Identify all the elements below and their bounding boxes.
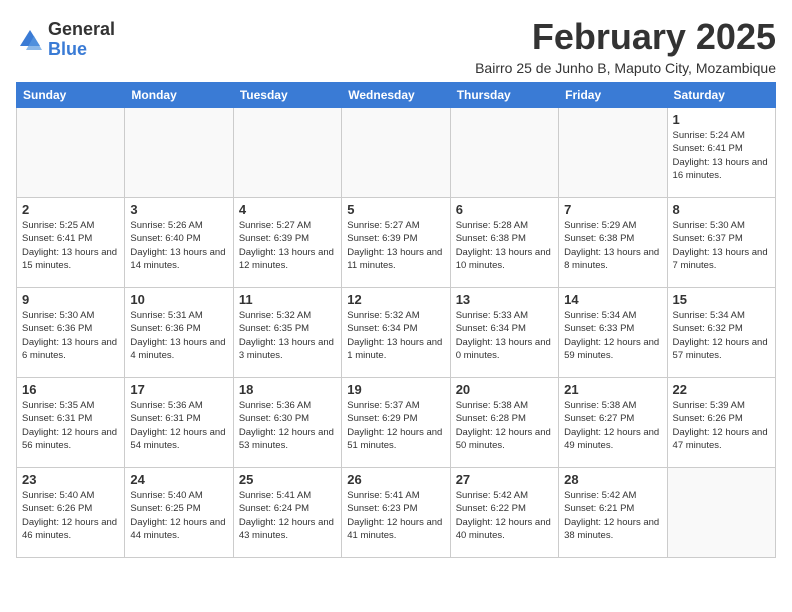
day-2: 2 Sunrise: 5:25 AM Sunset: 6:41 PM Dayli… xyxy=(17,198,125,288)
empty-cell xyxy=(450,108,558,198)
location-subtitle: Bairro 25 de Junho B, Maputo City, Mozam… xyxy=(475,60,776,76)
day-21: 21 Sunrise: 5:38 AM Sunset: 6:27 PM Dayl… xyxy=(559,378,667,468)
day-number-27: 27 xyxy=(456,472,553,487)
daylight-label-1: Daylight: xyxy=(673,157,713,168)
logo-icon xyxy=(16,26,44,54)
week-row-2: 2 Sunrise: 5:25 AM Sunset: 6:41 PM Dayli… xyxy=(17,198,776,288)
empty-cell xyxy=(125,108,233,198)
header-friday: Friday xyxy=(559,83,667,108)
day-17: 17 Sunrise: 5:36 AM Sunset: 6:31 PM Dayl… xyxy=(125,378,233,468)
day-22: 22 Sunrise: 5:39 AM Sunset: 6:26 PM Dayl… xyxy=(667,378,775,468)
sunset-time-1: 6:41 PM xyxy=(707,143,742,154)
day-number-16: 16 xyxy=(22,382,119,397)
calendar-table: Sunday Monday Tuesday Wednesday Thursday… xyxy=(16,82,776,558)
day-14: 14 Sunrise: 5:34 AM Sunset: 6:33 PM Dayl… xyxy=(559,288,667,378)
day-number-20: 20 xyxy=(456,382,553,397)
header-wednesday: Wednesday xyxy=(342,83,450,108)
day-10: 10 Sunrise: 5:31 AM Sunset: 6:36 PM Dayl… xyxy=(125,288,233,378)
day-8: 8 Sunrise: 5:30 AM Sunset: 6:37 PM Dayli… xyxy=(667,198,775,288)
day-26: 26 Sunrise: 5:41 AM Sunset: 6:23 PM Dayl… xyxy=(342,468,450,558)
day-number-28: 28 xyxy=(564,472,661,487)
week-row-4: 16 Sunrise: 5:35 AM Sunset: 6:31 PM Dayl… xyxy=(17,378,776,468)
day-13: 13 Sunrise: 5:33 AM Sunset: 6:34 PM Dayl… xyxy=(450,288,558,378)
day-15: 15 Sunrise: 5:34 AM Sunset: 6:32 PM Dayl… xyxy=(667,288,775,378)
day-number-14: 14 xyxy=(564,292,661,307)
empty-cell xyxy=(342,108,450,198)
header-sunday: Sunday xyxy=(17,83,125,108)
day-6: 6 Sunrise: 5:28 AM Sunset: 6:38 PM Dayli… xyxy=(450,198,558,288)
day-number-7: 7 xyxy=(564,202,661,217)
day-number-9: 9 xyxy=(22,292,119,307)
logo: General Blue xyxy=(16,20,115,60)
day-number-6: 6 xyxy=(456,202,553,217)
day-number-21: 21 xyxy=(564,382,661,397)
header-monday: Monday xyxy=(125,83,233,108)
day-number-4: 4 xyxy=(239,202,336,217)
day-info-2: Sunrise: 5:25 AM Sunset: 6:41 PM Dayligh… xyxy=(22,219,119,272)
day-number-12: 12 xyxy=(347,292,444,307)
logo-blue-text: Blue xyxy=(48,40,115,60)
day-1: 1 Sunrise: 5:24 AM Sunset: 6:41 PM Dayli… xyxy=(667,108,775,198)
header-thursday: Thursday xyxy=(450,83,558,108)
day-number-24: 24 xyxy=(130,472,227,487)
day-number-5: 5 xyxy=(347,202,444,217)
day-24: 24 Sunrise: 5:40 AM Sunset: 6:25 PM Dayl… xyxy=(125,468,233,558)
day-7: 7 Sunrise: 5:29 AM Sunset: 6:38 PM Dayli… xyxy=(559,198,667,288)
day-number-8: 8 xyxy=(673,202,770,217)
day-19: 19 Sunrise: 5:37 AM Sunset: 6:29 PM Dayl… xyxy=(342,378,450,468)
week-row-1: 1 Sunrise: 5:24 AM Sunset: 6:41 PM Dayli… xyxy=(17,108,776,198)
logo-general-text: General xyxy=(48,20,115,40)
sunrise-label-1: Sunrise: xyxy=(673,130,708,141)
day-number-3: 3 xyxy=(130,202,227,217)
day-25: 25 Sunrise: 5:41 AM Sunset: 6:24 PM Dayl… xyxy=(233,468,341,558)
day-4: 4 Sunrise: 5:27 AM Sunset: 6:39 PM Dayli… xyxy=(233,198,341,288)
day-27: 27 Sunrise: 5:42 AM Sunset: 6:22 PM Dayl… xyxy=(450,468,558,558)
day-23: 23 Sunrise: 5:40 AM Sunset: 6:26 PM Dayl… xyxy=(17,468,125,558)
day-number-18: 18 xyxy=(239,382,336,397)
day-3: 3 Sunrise: 5:26 AM Sunset: 6:40 PM Dayli… xyxy=(125,198,233,288)
sunset-label-1: Sunset: xyxy=(673,143,705,154)
day-12: 12 Sunrise: 5:32 AM Sunset: 6:34 PM Dayl… xyxy=(342,288,450,378)
day-number-17: 17 xyxy=(130,382,227,397)
day-number-15: 15 xyxy=(673,292,770,307)
empty-cell xyxy=(233,108,341,198)
day-number-1: 1 xyxy=(673,112,770,127)
day-20: 20 Sunrise: 5:38 AM Sunset: 6:28 PM Dayl… xyxy=(450,378,558,468)
week-row-3: 9 Sunrise: 5:30 AM Sunset: 6:36 PM Dayli… xyxy=(17,288,776,378)
month-title: February 2025 xyxy=(475,16,776,58)
day-number-22: 22 xyxy=(673,382,770,397)
day-info-1: Sunrise: 5:24 AM Sunset: 6:41 PM Dayligh… xyxy=(673,129,770,182)
empty-cell-end xyxy=(667,468,775,558)
day-number-26: 26 xyxy=(347,472,444,487)
day-number-10: 10 xyxy=(130,292,227,307)
empty-cell xyxy=(559,108,667,198)
day-28: 28 Sunrise: 5:42 AM Sunset: 6:21 PM Dayl… xyxy=(559,468,667,558)
day-5: 5 Sunrise: 5:27 AM Sunset: 6:39 PM Dayli… xyxy=(342,198,450,288)
day-number-19: 19 xyxy=(347,382,444,397)
day-16: 16 Sunrise: 5:35 AM Sunset: 6:31 PM Dayl… xyxy=(17,378,125,468)
day-number-2: 2 xyxy=(22,202,119,217)
day-number-11: 11 xyxy=(239,292,336,307)
title-area: February 2025 Bairro 25 de Junho B, Mapu… xyxy=(475,16,776,76)
weekday-header-row: Sunday Monday Tuesday Wednesday Thursday… xyxy=(17,83,776,108)
week-row-5: 23 Sunrise: 5:40 AM Sunset: 6:26 PM Dayl… xyxy=(17,468,776,558)
day-9: 9 Sunrise: 5:30 AM Sunset: 6:36 PM Dayli… xyxy=(17,288,125,378)
empty-cell xyxy=(17,108,125,198)
day-number-13: 13 xyxy=(456,292,553,307)
day-18: 18 Sunrise: 5:36 AM Sunset: 6:30 PM Dayl… xyxy=(233,378,341,468)
header-saturday: Saturday xyxy=(667,83,775,108)
page-header: General Blue February 2025 Bairro 25 de … xyxy=(16,16,776,76)
header-tuesday: Tuesday xyxy=(233,83,341,108)
day-number-23: 23 xyxy=(22,472,119,487)
day-11: 11 Sunrise: 5:32 AM Sunset: 6:35 PM Dayl… xyxy=(233,288,341,378)
sunrise-time-1: 5:24 AM xyxy=(710,130,745,141)
day-number-25: 25 xyxy=(239,472,336,487)
